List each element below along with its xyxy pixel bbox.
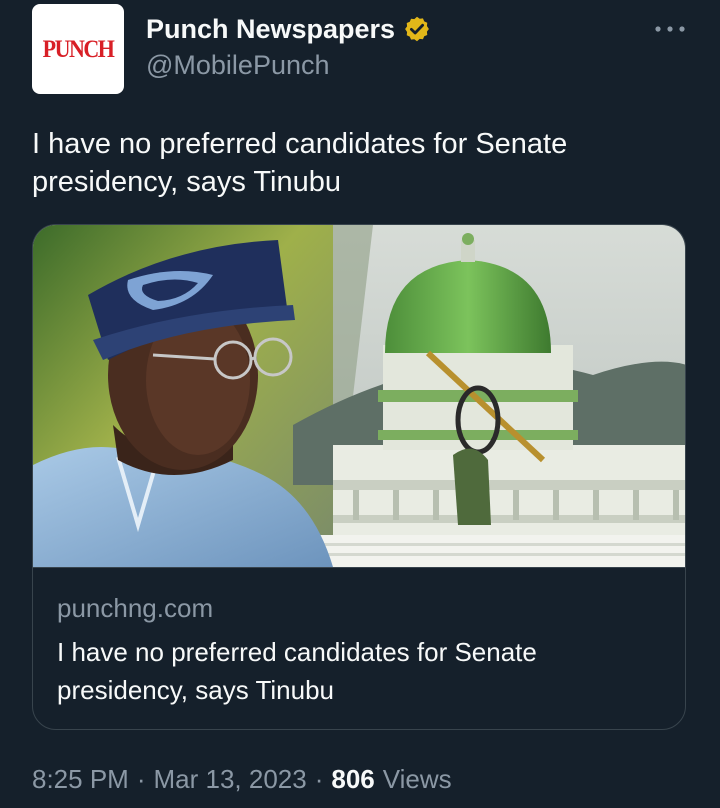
author-display-name[interactable]: Punch Newspapers xyxy=(146,14,395,45)
tweet-metadata: 8:25 PM · Mar 13, 2023 · 806 Views xyxy=(32,764,452,795)
meta-separator: · xyxy=(136,764,146,794)
punch-logo-text: PUNCH xyxy=(42,34,115,63)
verified-badge-icon xyxy=(405,16,429,42)
meta-separator: · xyxy=(314,764,324,794)
views-count[interactable]: 806 xyxy=(331,764,374,795)
tweet-time[interactable]: 8:25 PM xyxy=(32,764,129,795)
more-options-icon[interactable] xyxy=(650,14,690,44)
tweet-date[interactable]: Mar 13, 2023 xyxy=(154,764,307,795)
views-label[interactable]: Views xyxy=(383,764,452,795)
card-title[interactable]: I have no preferred candidates for Senat… xyxy=(57,633,657,709)
author-handle[interactable]: @MobilePunch xyxy=(146,50,330,81)
tweet-text: I have no preferred candidates for Senat… xyxy=(32,128,568,198)
avatar[interactable]: PUNCH xyxy=(32,4,124,94)
author-name-row[interactable]: Punch Newspapers xyxy=(146,12,431,46)
card-domain[interactable]: punchng.com xyxy=(57,593,213,624)
link-card[interactable]: punchng.com I have no preferred candidat… xyxy=(32,224,686,730)
tweet[interactable]: PUNCH Punch Newspapers @MobilePunch I ha… xyxy=(0,0,720,808)
card-image[interactable] xyxy=(33,225,686,568)
